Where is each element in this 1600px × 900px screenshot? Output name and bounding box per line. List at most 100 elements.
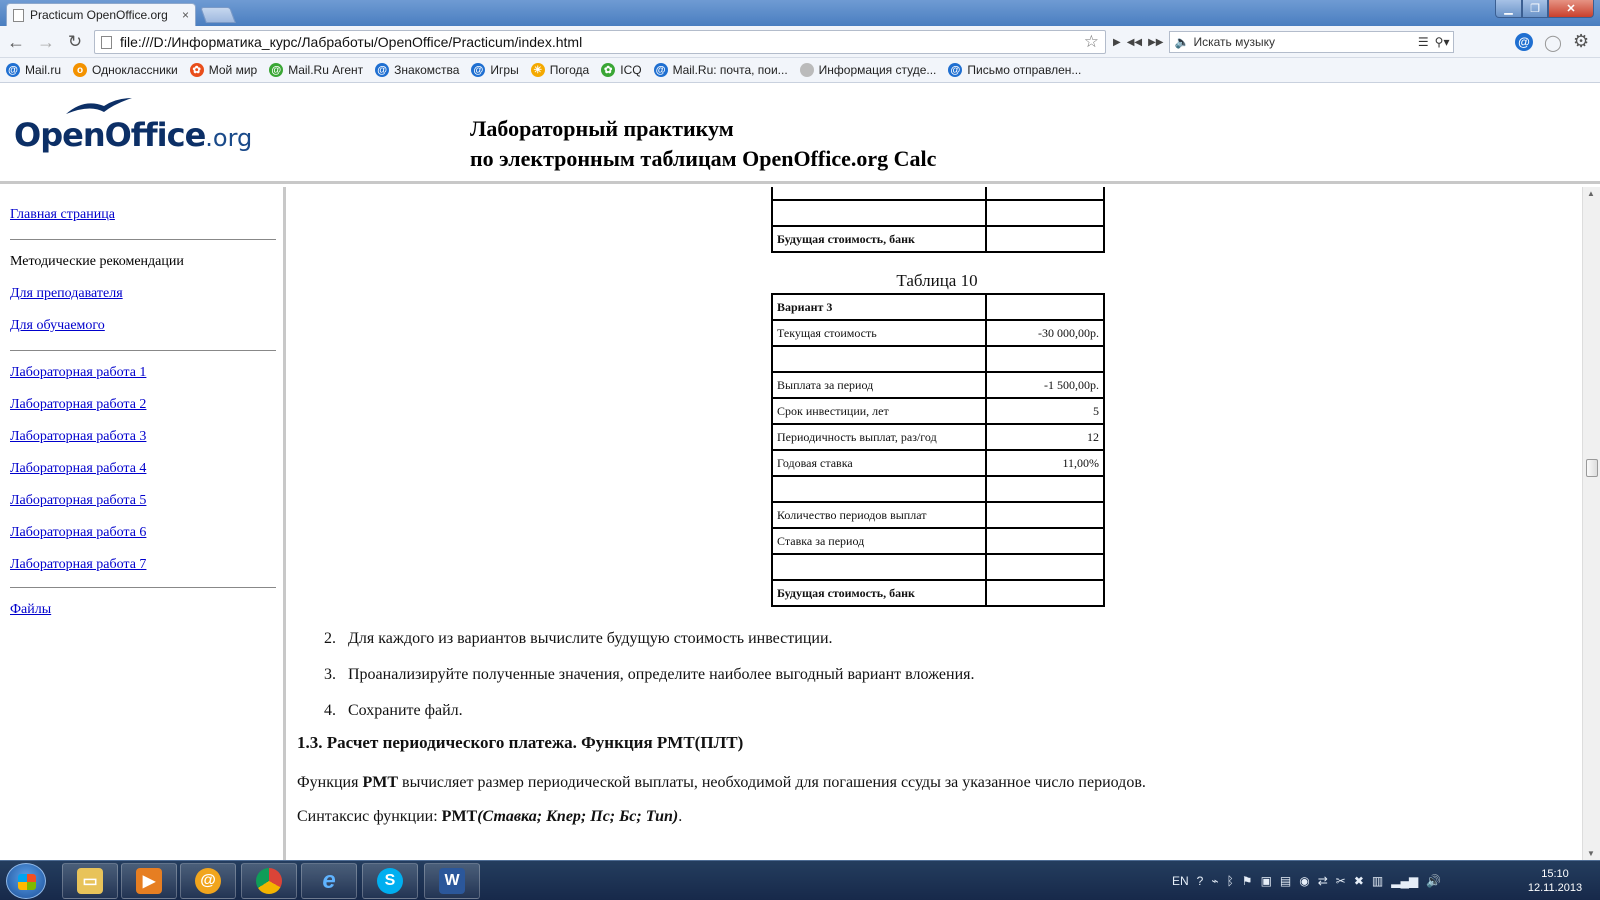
table-row: Выплата за период -1 500,00р.	[771, 371, 1105, 399]
bookmark-item[interactable]: ✿ Мой мир	[189, 63, 257, 77]
seagull-logo-icon	[66, 98, 132, 114]
list-text: Проанализируйте полученные значения, опр…	[348, 666, 975, 683]
table-cell-label: Периодичность выплат, раз/год	[771, 423, 987, 451]
bookmark-item[interactable]: @ Игры	[471, 63, 519, 77]
sidebar-link-lab-4[interactable]: Лабораторная работа 4	[10, 459, 273, 479]
new-tab-button[interactable]	[200, 7, 236, 23]
address-bar[interactable]: file:///D:/Информатика_курс/Лабработы/Op…	[94, 30, 1106, 54]
search-icon[interactable]: ⚲▾	[1435, 35, 1450, 49]
keyboard-icon[interactable]: ▤	[1280, 874, 1291, 888]
bookmark-item[interactable]: @ Mail.ru	[6, 63, 61, 77]
sidebar-link-lab-2[interactable]: Лабораторная работа 2	[10, 395, 273, 415]
table-cell-label: Срок инвестиции, лет	[771, 397, 987, 425]
bookmark-icon: @	[948, 63, 963, 77]
network-blocked-icon[interactable]: ▣	[1261, 874, 1272, 888]
taskbar-mail-agent[interactable]: @	[180, 863, 236, 899]
start-button[interactable]	[6, 863, 46, 899]
action-center-flag-icon[interactable]: ⚑	[1242, 874, 1253, 888]
taskbar-internet-explorer[interactable]: e	[301, 863, 357, 899]
bookmark-item[interactable]: @ Mail.Ru Агент	[269, 63, 363, 77]
table-cell-value	[985, 475, 1105, 503]
sidebar-link-teacher[interactable]: Для преподавателя	[10, 284, 273, 304]
sidebar-link-lab-3[interactable]: Лабораторная работа 3	[10, 427, 273, 447]
table-row: Годовая ставка 11,00%	[771, 449, 1105, 477]
sidebar-link-files[interactable]: Файлы	[10, 600, 273, 620]
play-icon[interactable]: ▶	[1113, 37, 1121, 48]
bookmark-item[interactable]: @ Письмо отправлен...	[948, 63, 1081, 77]
fast-forward-icon[interactable]: ▶▶	[1148, 37, 1163, 48]
bookmark-icon: @	[6, 63, 20, 77]
table-cell-label: Годовая ставка	[771, 449, 987, 477]
skype-icon: S	[377, 868, 403, 894]
system-clock[interactable]: 15:10 12.11.2013	[1520, 867, 1590, 895]
minimize-button[interactable]: ▁	[1495, 0, 1522, 18]
taskbar-chrome[interactable]	[241, 863, 297, 899]
tools-icon[interactable]: ✂	[1336, 874, 1346, 888]
section-heading: 1.3. Расчет периодического платежа. Функ…	[297, 733, 744, 752]
list-text: Сохраните файл.	[348, 702, 463, 719]
bookmark-icon: ✿	[189, 63, 204, 77]
bookmark-item[interactable]: @ Знакомства	[375, 63, 459, 77]
language-indicator[interactable]: EN	[1172, 874, 1189, 888]
clock-time: 15:10	[1541, 868, 1569, 880]
vertical-scrollbar[interactable]: ▲ ▼	[1582, 187, 1600, 860]
maximize-button[interactable]: ❐	[1522, 0, 1548, 18]
wrench-icon[interactable]: ⚙	[1573, 31, 1589, 52]
sidebar-link-lab-6[interactable]: Лабораторная работа 6	[10, 523, 273, 543]
volume-icon[interactable]: 🔊	[1426, 874, 1441, 888]
signal-icon[interactable]: ▂▄▆	[1391, 874, 1418, 888]
reload-icon[interactable]: ↻	[63, 31, 87, 53]
table-cell-value	[985, 527, 1105, 555]
taskbar-media-player[interactable]: ▶	[121, 863, 177, 899]
url-text[interactable]: file:///D:/Информатика_курс/Лабработы/Op…	[120, 34, 1084, 50]
mailru-extension-icon[interactable]: @	[1515, 33, 1533, 51]
usb-icon[interactable]: ⌁	[1211, 874, 1218, 888]
close-window-button[interactable]: ✕	[1548, 0, 1594, 18]
taskbar-word[interactable]: W	[424, 863, 480, 899]
openoffice-logo[interactable]: OpenOffice.org	[14, 96, 252, 166]
scroll-thumb[interactable]	[1586, 459, 1598, 477]
taskbar-explorer[interactable]: ▭	[62, 863, 118, 899]
sidebar-link-lab-7[interactable]: Лабораторная работа 7	[10, 555, 273, 575]
table-cell-value	[985, 553, 1105, 581]
search-extension-icon[interactable]: ◯	[1544, 33, 1562, 53]
sidebar-link-home[interactable]: Главная страница	[10, 205, 273, 225]
music-search-input[interactable]: 🔈 Искать музыку ☰ ⚲▾	[1169, 31, 1455, 53]
bookmark-label: Mail.Ru: почта, пои...	[672, 63, 788, 77]
bookmark-icon: ☀	[530, 63, 545, 77]
scroll-up-arrow-icon[interactable]: ▲	[1587, 189, 1595, 198]
bookmark-item[interactable]: Информация студе...	[799, 63, 936, 77]
tab-close-icon[interactable]: ×	[182, 8, 189, 22]
menu-icon[interactable]: ☰	[1418, 35, 1429, 49]
table-row	[771, 199, 1105, 227]
bookmark-item[interactable]: ✿ ICQ	[601, 63, 642, 77]
sync-icon[interactable]: ⇄	[1318, 874, 1328, 888]
help-icon[interactable]: ?	[1197, 874, 1204, 888]
cancel-icon[interactable]: ✖	[1354, 874, 1364, 888]
bookmark-item[interactable]: о Одноклассники	[73, 63, 178, 77]
scroll-down-arrow-icon[interactable]: ▼	[1587, 849, 1595, 858]
browser-title-bar: Practicum OpenOffice.org × ▁ ❐ ✕	[0, 0, 1600, 26]
forward-arrow-icon[interactable]: →	[34, 31, 58, 53]
bookmark-item[interactable]: @ Mail.Ru: почта, пои...	[653, 63, 788, 77]
bookmark-star-icon[interactable]: ☆	[1084, 32, 1099, 52]
sidebar-link-lab-1[interactable]: Лабораторная работа 1	[10, 363, 273, 383]
bookmark-icon: о	[73, 63, 88, 77]
bookmark-item[interactable]: ☀ Погода	[530, 63, 589, 77]
windows-logo-icon	[18, 874, 36, 890]
taskbar-skype[interactable]: S	[362, 863, 418, 899]
logo-text: OpenOffice.org	[14, 116, 253, 154]
bookmark-label: Mail.ru	[25, 63, 62, 77]
antivirus-icon[interactable]: ◉	[1299, 874, 1309, 888]
active-tab[interactable]: Practicum OpenOffice.org ×	[6, 3, 196, 26]
sidebar-link-student[interactable]: Для обучаемого	[10, 316, 273, 336]
rewind-icon[interactable]: ◀◀	[1127, 37, 1142, 48]
speaker-icon: 🔈	[1174, 35, 1190, 49]
bluetooth-icon[interactable]: ᛒ	[1227, 874, 1234, 888]
back-arrow-icon[interactable]: ←	[4, 31, 28, 53]
system-tray: EN ? ⌁ ᛒ ⚑ ▣ ▤ ◉ ⇄ ✂ ✖ ▥ ▂▄▆ 🔊	[1172, 861, 1441, 900]
bookmark-icon: @	[471, 63, 486, 77]
table-row: Будущая стоимость, банк	[771, 225, 1105, 253]
device-icon[interactable]: ▥	[1372, 874, 1383, 888]
sidebar-link-lab-5[interactable]: Лабораторная работа 5	[10, 491, 273, 511]
